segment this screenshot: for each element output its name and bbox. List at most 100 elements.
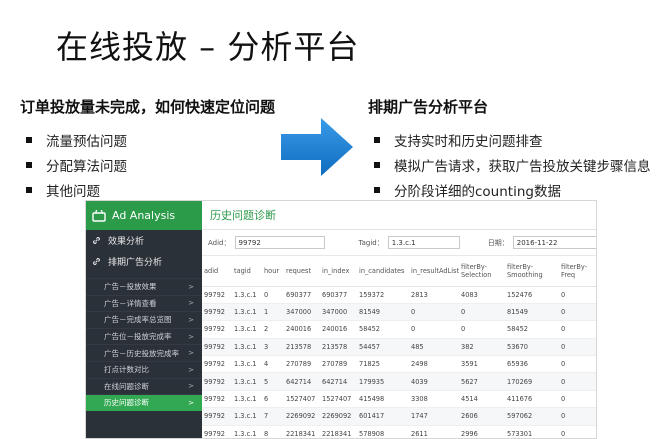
table-cell: 573301 bbox=[505, 425, 559, 438]
table-cell: 0 bbox=[559, 355, 596, 374]
date-label: 日期： bbox=[487, 238, 509, 247]
table-row: 99792 1.3.c.1 2 240016 240016 58452 0 0 58452 0 bbox=[202, 320, 596, 339]
table-cell: 0 bbox=[559, 425, 596, 438]
list-item: 分配算法问题 bbox=[20, 152, 320, 177]
column-header[interactable]: filterBy-Smoothing bbox=[505, 256, 559, 287]
diagnosis-table: adid tagid hour request in_index in_candidate… bbox=[202, 256, 596, 438]
left-column: 订单投放量未完成，如何快速定位问题 流量预估问题 分配算法问题 其他问题 bbox=[20, 96, 320, 202]
chevron-right-icon: > bbox=[188, 398, 194, 407]
column-header[interactable]: in_index bbox=[320, 256, 357, 287]
table-cell: 99792 bbox=[202, 425, 232, 438]
table-cell: 2218341 bbox=[320, 425, 357, 438]
table-cell: 1.3.c.1 bbox=[232, 320, 262, 339]
table-cell: 240016 bbox=[284, 320, 320, 339]
list-item: 模拟广告请求，获取广告投放关键步骤信息 bbox=[368, 152, 668, 177]
table-cell: 1527407 bbox=[284, 390, 320, 409]
table-cell: 347000 bbox=[284, 303, 320, 322]
column-header[interactable]: adid bbox=[202, 256, 232, 287]
chevron-right-icon: > bbox=[188, 299, 194, 308]
square-bullet-icon bbox=[374, 161, 380, 168]
table-header-row: adid tagid hour request in_index in_candidate… bbox=[202, 256, 596, 287]
table-cell: 5 bbox=[262, 372, 284, 391]
table-cell: 0 bbox=[559, 372, 596, 391]
column-header[interactable]: request bbox=[284, 256, 320, 287]
table-cell: 54457 bbox=[357, 338, 409, 357]
column-header[interactable]: in_resultAdList bbox=[409, 256, 459, 287]
ad-analysis-app: Ad Analysis 效果分析 排期广告分析 广告－投放效果 > 广告－详情查看… bbox=[85, 200, 597, 439]
square-bullet-icon bbox=[374, 186, 380, 193]
nav-item-schedule-analysis[interactable]: 排期广告分析 bbox=[86, 251, 202, 272]
table-cell: 1.3.c.1 bbox=[232, 407, 262, 426]
table-cell: 1.3.c.1 bbox=[232, 355, 262, 374]
subnav-item-history-completion[interactable]: 广告－历史投放完成率 > bbox=[86, 344, 202, 361]
square-bullet-icon bbox=[374, 136, 380, 143]
column-header[interactable]: tagid bbox=[232, 256, 262, 287]
table-cell: 270789 bbox=[284, 355, 320, 374]
table-cell: 690377 bbox=[284, 286, 320, 304]
table-cell: 2218341 bbox=[284, 425, 320, 438]
filter-bar: Adid： 99792 Tagid： 1.3.c.1 日期： 2016-11-2… bbox=[202, 230, 596, 256]
tagid-input[interactable]: 1.3.c.1 bbox=[387, 236, 460, 249]
table-row: 99792 1.3.c.1 5 642714 642714 179935 4039 5627 1… bbox=[202, 372, 596, 391]
column-header[interactable]: filterBy-Freq bbox=[559, 256, 596, 287]
table-cell: 601417 bbox=[357, 407, 409, 426]
table-row: 99792 1.3.c.1 8 2218341 2218341 578908 2611 299… bbox=[202, 425, 596, 438]
subnav-item-ad-detail[interactable]: 广告－详情查看 > bbox=[86, 294, 202, 312]
subnav-item-completion-overview[interactable]: 广告－完成率总览图 > bbox=[86, 311, 202, 328]
list-item: 支持实时和历史问题排查 bbox=[368, 127, 668, 152]
slide-title: 在线投放 – 分析平台 bbox=[56, 28, 360, 66]
table-cell: 2611 bbox=[409, 425, 459, 438]
chevron-right-icon: > bbox=[188, 332, 194, 341]
left-bullet-list: 流量预估问题 分配算法问题 其他问题 bbox=[20, 127, 320, 202]
adid-label: Adid： bbox=[208, 238, 231, 247]
app-sidebar: Ad Analysis 效果分析 排期广告分析 广告－投放效果 > 广告－详情查看… bbox=[86, 201, 202, 438]
table-cell: 99792 bbox=[202, 355, 232, 374]
table-cell: 213578 bbox=[320, 338, 357, 357]
table-cell: 485 bbox=[409, 338, 459, 357]
table-cell: 3 bbox=[262, 338, 284, 357]
link-icon bbox=[93, 258, 100, 265]
app-brand[interactable]: Ad Analysis bbox=[86, 201, 202, 230]
table-cell: 0 bbox=[559, 390, 596, 409]
subnav-item-slot-completion[interactable]: 广告位－投放完成率 > bbox=[86, 327, 202, 345]
app-main-panel: 历史问题诊断 Adid： 99792 Tagid： 1.3.c.1 日期： 20… bbox=[202, 201, 596, 438]
chevron-right-icon: > bbox=[188, 282, 194, 291]
subnav-item-online-diagnosis[interactable]: 在线问题诊断 > bbox=[86, 377, 202, 395]
table-cell: 347000 bbox=[320, 303, 357, 322]
table-cell: 0 bbox=[459, 303, 505, 322]
table-row: 99792 1.3.c.1 0 690377 690377 159372 2813 4083 1… bbox=[202, 286, 596, 304]
square-bullet-icon bbox=[26, 186, 32, 193]
table-row: 99792 1.3.c.1 7 2269092 2269092 601417 1747 260… bbox=[202, 407, 596, 426]
column-header[interactable]: in_candidates bbox=[357, 256, 409, 287]
table-cell: 2498 bbox=[409, 355, 459, 374]
table-cell: 3308 bbox=[409, 390, 459, 409]
table-cell: 5627 bbox=[459, 372, 505, 391]
date-input[interactable]: 2016-11-22 bbox=[512, 236, 596, 249]
table-cell: 71825 bbox=[357, 355, 409, 374]
table-cell: 99792 bbox=[202, 286, 232, 304]
table-row: 99792 1.3.c.1 4 270789 270789 71825 2498 3591 65… bbox=[202, 355, 596, 374]
table-cell: 1747 bbox=[409, 407, 459, 426]
table-cell: 0 bbox=[559, 303, 596, 322]
table-cell: 1.3.c.1 bbox=[232, 372, 262, 391]
table-cell: 0 bbox=[559, 338, 596, 357]
column-header[interactable]: hour bbox=[262, 256, 284, 287]
table-cell: 0 bbox=[559, 320, 596, 339]
table-cell: 642714 bbox=[320, 372, 357, 391]
subnav-item-history-diagnosis[interactable]: 历史问题诊断 > bbox=[86, 394, 202, 411]
table-cell: 53670 bbox=[505, 338, 559, 357]
subnav-item-ad-effect[interactable]: 广告－投放效果 > bbox=[86, 278, 202, 295]
left-heading: 订单投放量未完成，如何快速定位问题 bbox=[20, 98, 276, 116]
subnav-item-count-compare[interactable]: 打点计数对比 > bbox=[86, 360, 202, 378]
table-cell: 642714 bbox=[284, 372, 320, 391]
list-item: 分阶段详细的counting数据 bbox=[368, 177, 668, 202]
table-cell: 81549 bbox=[357, 303, 409, 322]
table-cell: 415498 bbox=[357, 390, 409, 409]
table-cell: 1.3.c.1 bbox=[232, 303, 262, 322]
column-header[interactable]: filterBy-Selection bbox=[459, 256, 505, 287]
adid-input[interactable]: 99792 bbox=[234, 236, 325, 249]
right-bullet-list: 支持实时和历史问题排查 模拟广告请求，获取广告投放关键步骤信息 分阶段详细的co… bbox=[368, 127, 668, 202]
nav-item-effect-analysis[interactable]: 效果分析 bbox=[86, 230, 202, 251]
table-cell: 1.3.c.1 bbox=[232, 390, 262, 409]
link-icon bbox=[93, 237, 100, 244]
